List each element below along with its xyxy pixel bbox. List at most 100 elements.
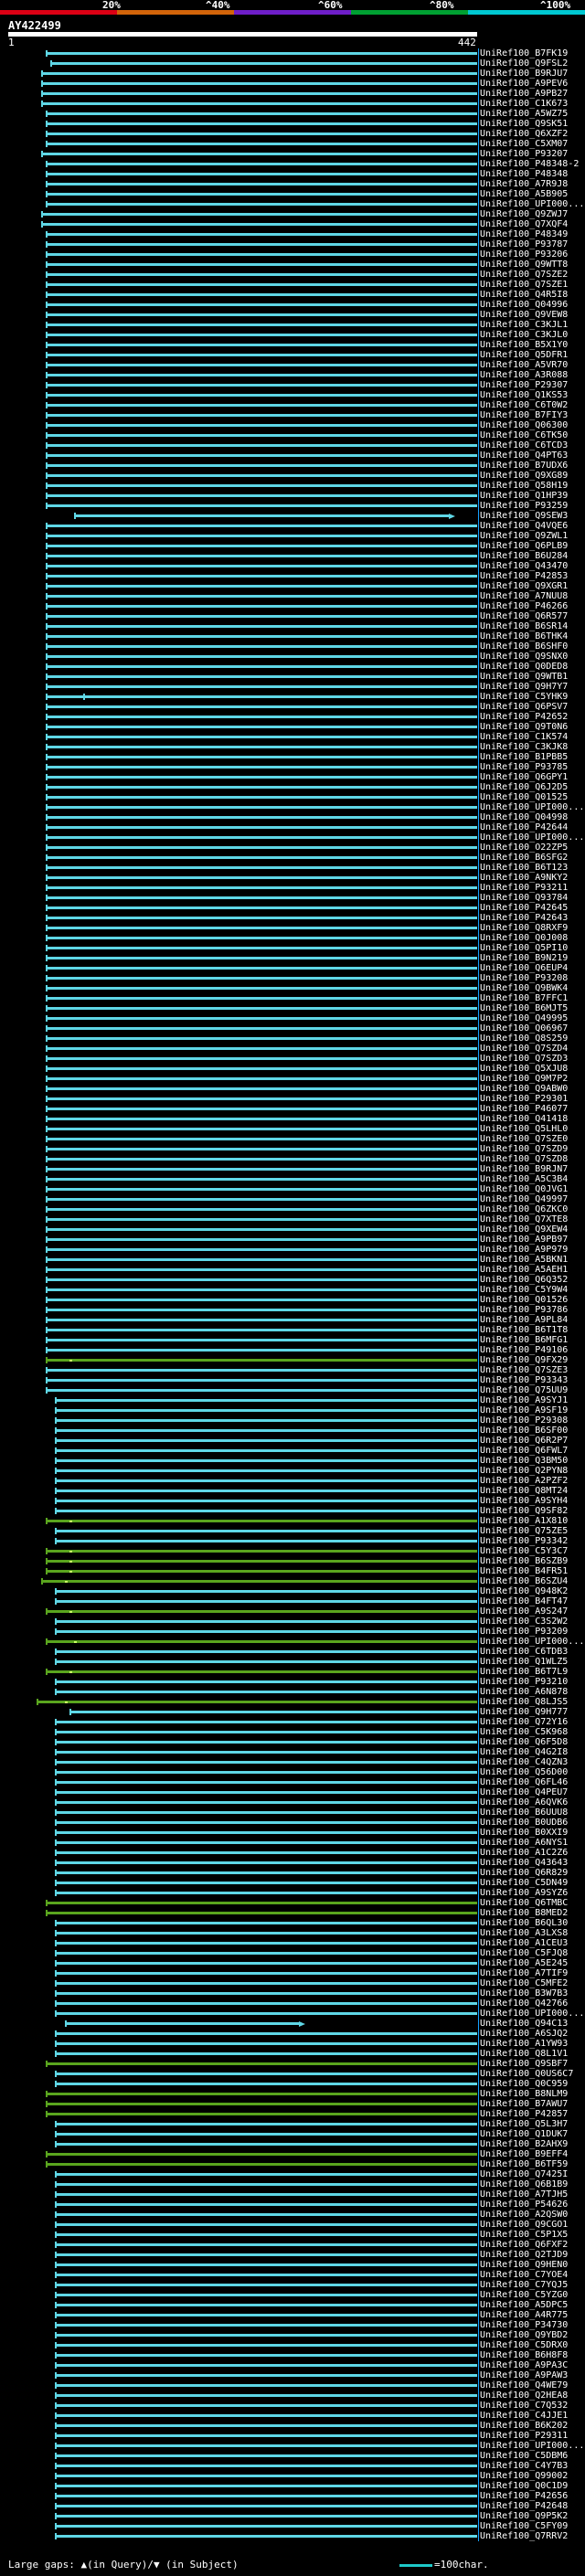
hit-label[interactable]: UniRef100_A6SJQ2 [480,2029,568,2039]
hit-row[interactable]: UniRef100_Q6FXF2 [0,2240,585,2250]
hit-label[interactable]: UniRef100_Q49995 [480,1013,568,1023]
hit-label[interactable]: UniRef100_B6H8F8 [480,2350,568,2360]
hit-row[interactable]: UniRef100_Q9VEW8 [0,310,585,320]
hit-label[interactable]: UniRef100_A9SF19 [480,1405,568,1415]
hit-row[interactable]: UniRef100_Q8L1V1 [0,2049,585,2059]
hit-row[interactable]: UniRef100_Q56D00 [0,1767,585,1777]
hit-row[interactable]: UniRef100_Q04998 [0,812,585,822]
hit-label[interactable]: UniRef100_Q5L3H7 [480,2119,568,2129]
hit-row[interactable]: UniRef100_P42857 [0,2109,585,2119]
hit-label[interactable]: UniRef100_A2PZF2 [480,1476,568,1486]
hit-label[interactable]: UniRef100_P93210 [480,1677,568,1687]
hit-label[interactable]: UniRef100_C4JJE1 [480,2411,568,2421]
hit-row[interactable]: UniRef100_Q9ZWL1 [0,531,585,541]
hit-row[interactable]: UniRef100_Q41418 [0,1114,585,1124]
hit-label[interactable]: UniRef100_P93787 [480,239,568,249]
hit-row[interactable]: UniRef100_A5AEH1 [0,1265,585,1275]
hit-label[interactable]: UniRef100_P46077 [480,1104,568,1114]
hit-row[interactable]: UniRef100_Q93784 [0,893,585,903]
hit-row[interactable]: UniRef100_A6QVK6 [0,1797,585,1807]
hit-row[interactable]: UniRef100_P34730 [0,2320,585,2330]
hit-label[interactable]: UniRef100_Q2TJD9 [480,2250,568,2260]
hit-label[interactable]: UniRef100_C3KJL1 [480,320,568,330]
hit-row[interactable]: UniRef100_Q7SZE0 [0,1134,585,1144]
hit-label[interactable]: UniRef100_P42643 [480,913,568,923]
hit-label[interactable]: UniRef100_O22ZP5 [480,843,568,853]
hit-row[interactable]: UniRef100_C5XM07 [0,139,585,149]
hit-row[interactable]: UniRef100_Q9WTB1 [0,672,585,682]
hit-label[interactable]: UniRef100_Q49997 [480,1194,568,1204]
hit-label[interactable]: UniRef100_B2AHX9 [480,2139,568,2149]
hit-label[interactable]: UniRef100_A3R088 [480,370,568,380]
hit-label[interactable]: UniRef100_Q3BM50 [480,1456,568,1466]
hit-label[interactable]: UniRef100_P93207 [480,149,568,159]
hit-row[interactable]: UniRef100_C5YHK9 [0,692,585,702]
hit-row[interactable]: UniRef100_B7AWU7 [0,2099,585,2109]
hit-row[interactable]: UniRef100_B4FR51 [0,1566,585,1576]
hit-label[interactable]: UniRef100_B6SF00 [480,1426,568,1436]
hit-row[interactable]: UniRef100_UPI000... [0,199,585,209]
hit-label[interactable]: UniRef100_A9P979 [480,1245,568,1255]
hit-label[interactable]: UniRef100_P42656 [480,2491,568,2501]
hit-label[interactable]: UniRef100_C4Y7B3 [480,2461,568,2471]
hit-row[interactable]: UniRef100_B9RJN7 [0,1164,585,1174]
hit-row[interactable]: UniRef100_UPI000... [0,802,585,812]
hit-row[interactable]: UniRef100_P93787 [0,239,585,249]
hit-label[interactable]: UniRef100_C7YQJ5 [480,2280,568,2290]
hit-label[interactable]: UniRef100_C5DN49 [480,1878,568,1888]
hit-label[interactable]: UniRef100_A5BKN1 [480,1255,568,1265]
hit-row[interactable]: UniRef100_C5DRX0 [0,2340,585,2350]
hit-row[interactable]: UniRef100_A9SYZ6 [0,1888,585,1898]
hit-row[interactable]: UniRef100_C7YQJ5 [0,2280,585,2290]
hit-row[interactable]: UniRef100_B6TF59 [0,2159,585,2169]
hit-row[interactable]: UniRef100_Q5DFR1 [0,350,585,360]
hit-row[interactable]: UniRef100_Q4PT63 [0,451,585,461]
hit-label[interactable]: UniRef100_P93211 [480,883,568,893]
hit-label[interactable]: UniRef100_A5E245 [480,1958,568,1968]
hit-label[interactable]: UniRef100_A9SYH4 [480,1496,568,1506]
hit-row[interactable]: UniRef100_A7TJH5 [0,2189,585,2200]
hit-row[interactable]: UniRef100_Q6TMBC [0,1898,585,1908]
hit-label[interactable]: UniRef100_P93206 [480,249,568,260]
hit-row[interactable]: UniRef100_Q2HEA8 [0,2390,585,2401]
hit-label[interactable]: UniRef100_C3KJK8 [480,742,568,752]
hit-row[interactable]: UniRef100_UPI000... [0,832,585,843]
hit-label[interactable]: UniRef100_Q7425I [480,2169,568,2179]
hit-label[interactable]: UniRef100_C1K574 [480,732,568,742]
hit-row[interactable]: UniRef100_Q5XJU8 [0,1064,585,1074]
hit-row[interactable]: UniRef100_A9PB27 [0,89,585,99]
hit-label[interactable]: UniRef100_P46266 [480,601,568,611]
hit-label[interactable]: UniRef100_Q6FL46 [480,1777,568,1787]
hit-label[interactable]: UniRef100_B6T7L9 [480,1667,568,1677]
hit-row[interactable]: UniRef100_Q9SEW3 [0,511,585,521]
hit-row[interactable]: UniRef100_Q0DED8 [0,662,585,672]
hit-row[interactable]: UniRef100_B9EFF4 [0,2149,585,2159]
hit-label[interactable]: UniRef100_Q9XG89 [480,471,568,481]
hit-row[interactable]: UniRef100_A9SYH4 [0,1496,585,1506]
hit-label[interactable]: UniRef100_A5DPC5 [480,2300,568,2310]
hit-label[interactable]: UniRef100_UPI000... [480,802,584,812]
hit-label[interactable]: UniRef100_Q4WE79 [480,2380,568,2390]
hit-row[interactable]: UniRef100_B6SZB9 [0,1556,585,1566]
hit-row[interactable]: UniRef100_A7TIF9 [0,1968,585,1978]
hit-label[interactable]: UniRef100_B6MJT5 [480,1003,568,1013]
hit-label[interactable]: UniRef100_Q9WTT8 [480,260,568,270]
hit-row[interactable]: UniRef100_P42656 [0,2491,585,2501]
hit-row[interactable]: UniRef100_B6SF00 [0,1426,585,1436]
hit-label[interactable]: UniRef100_P93208 [480,973,568,983]
hit-label[interactable]: UniRef100_Q9CGO1 [480,2220,568,2230]
hit-label[interactable]: UniRef100_C1K673 [480,99,568,109]
hit-row[interactable]: UniRef100_A6N878 [0,1687,585,1697]
hit-row[interactable]: UniRef100_A5B905 [0,189,585,199]
hit-row[interactable]: UniRef100_Q6PSV7 [0,702,585,712]
hit-label[interactable]: UniRef100_A1X810 [480,1516,568,1526]
hit-row[interactable]: UniRef100_C5YZG0 [0,2290,585,2300]
hit-row[interactable]: UniRef100_Q43470 [0,561,585,571]
hit-label[interactable]: UniRef100_Q5PI10 [480,943,568,953]
hit-row[interactable]: UniRef100_Q0C959 [0,2079,585,2089]
hit-row[interactable]: UniRef100_P93342 [0,1536,585,1546]
hit-label[interactable]: UniRef100_B5X1Y0 [480,340,568,350]
hit-row[interactable]: UniRef100_A9SF19 [0,1405,585,1415]
hit-label[interactable]: UniRef100_A9SYZ6 [480,1888,568,1898]
hit-label[interactable]: UniRef100_Q6FWL7 [480,1446,568,1456]
